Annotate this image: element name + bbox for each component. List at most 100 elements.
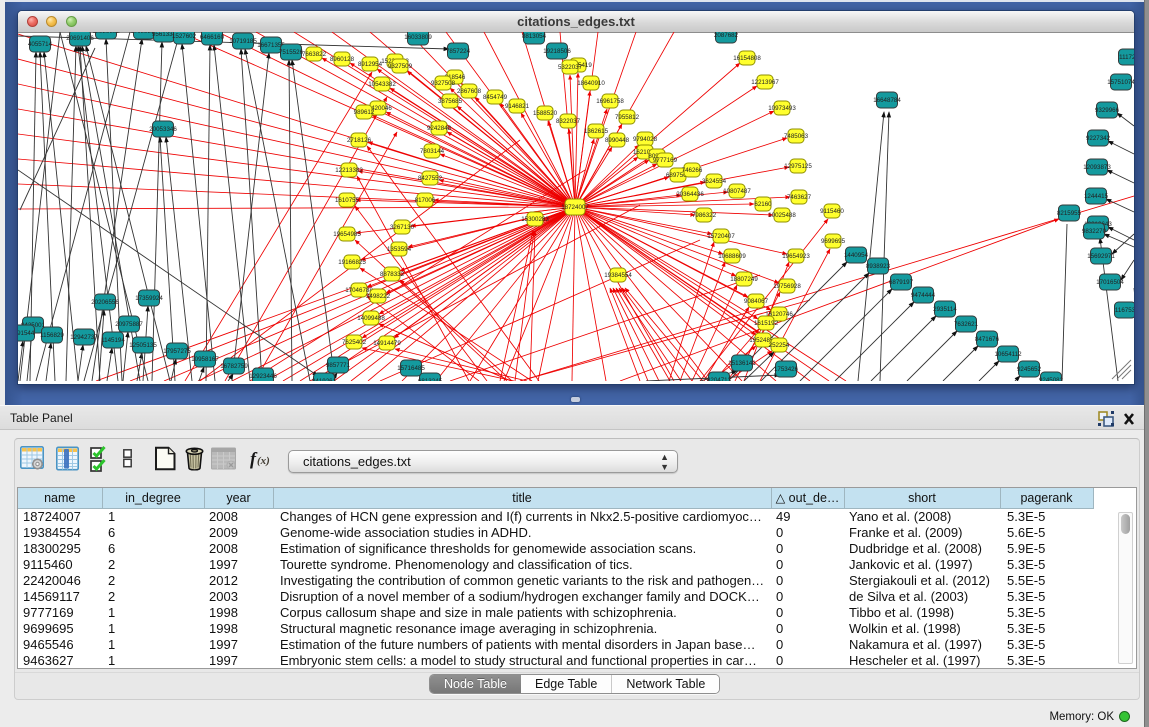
svg-text:20364436: 20364436 (676, 191, 704, 198)
svg-text:10654112: 10654112 (994, 351, 1022, 358)
svg-text:15136141: 15136141 (728, 360, 756, 367)
svg-text:111724: 111724 (1119, 54, 1134, 61)
svg-text:8454749: 8454749 (483, 94, 508, 101)
svg-text:10973493: 10973493 (768, 105, 796, 112)
svg-text:19756928: 19756928 (773, 283, 801, 290)
svg-text:10719185: 10719185 (229, 38, 257, 45)
svg-text:6879197: 6879197 (889, 279, 914, 286)
svg-text:9699695: 9699695 (821, 238, 846, 245)
svg-text:9115460: 9115460 (820, 208, 844, 215)
svg-text:16648784: 16648784 (873, 97, 901, 104)
svg-text:10688609: 10688609 (718, 253, 746, 260)
svg-text:15692971: 15692971 (1087, 253, 1115, 260)
svg-text:7515526: 7515526 (279, 49, 304, 56)
svg-text:10543382: 10543382 (368, 81, 396, 88)
svg-text:9084067: 9084067 (744, 298, 769, 305)
svg-text:9245082: 9245082 (1039, 377, 1064, 381)
svg-text:12923446: 12923446 (249, 373, 277, 380)
svg-text:3267130: 3267130 (390, 224, 415, 231)
svg-text:1527602: 1527602 (172, 33, 197, 40)
svg-text:6813245: 6813245 (418, 378, 443, 381)
svg-text:19654923: 19654923 (782, 253, 810, 260)
svg-text:9474444: 9474444 (911, 292, 936, 299)
svg-text:15720407: 15720407 (707, 233, 735, 240)
svg-text:1244415: 1244415 (1084, 193, 1109, 200)
svg-text:1156829: 1156829 (40, 332, 64, 339)
svg-text:8215955: 8215955 (1057, 210, 1082, 217)
svg-text:18724007: 18724007 (561, 204, 589, 211)
svg-text:20206556: 20206556 (91, 299, 119, 306)
svg-text:7663822: 7663822 (302, 51, 327, 58)
svg-text:12942737: 12942737 (70, 334, 98, 341)
svg-text:9329966: 9329966 (1095, 107, 1120, 114)
svg-text:2718126: 2718126 (347, 137, 372, 144)
svg-text:9227342: 9227342 (1086, 135, 1111, 142)
svg-text:8960128: 8960128 (330, 56, 355, 63)
svg-text:62160: 62160 (754, 201, 772, 208)
svg-text:3498222: 3498222 (366, 293, 391, 300)
svg-text:15300283: 15300283 (521, 216, 549, 223)
svg-text:19654985: 19654985 (333, 231, 361, 238)
svg-text:1753426: 1753426 (774, 366, 799, 373)
svg-text:12505135: 12505135 (129, 342, 157, 349)
svg-text:18807249: 18807249 (730, 276, 758, 283)
svg-text:12213967: 12213967 (751, 79, 779, 86)
svg-text:989612: 989612 (354, 109, 375, 116)
svg-text:1145194: 1145194 (101, 337, 125, 344)
svg-text:8878332: 8878332 (380, 271, 405, 278)
svg-text:8912954: 8912954 (358, 61, 383, 68)
svg-text:8427552: 8427552 (418, 175, 443, 182)
svg-text:9146821: 9146821 (505, 103, 530, 110)
svg-text:7485063: 7485063 (784, 133, 809, 140)
svg-text:20975887: 20975887 (115, 321, 143, 328)
svg-text:9327508: 9327508 (431, 80, 456, 87)
svg-text:9857771: 9857771 (326, 362, 351, 369)
svg-text:15716485: 15716485 (397, 365, 425, 372)
svg-text:9327509: 9327509 (388, 63, 413, 70)
svg-text:(x): (x) (257, 455, 270, 467)
svg-text:9832270: 9832270 (1082, 228, 1107, 235)
svg-text:10025488: 10025488 (768, 212, 796, 219)
svg-text:14099488: 14099488 (357, 315, 385, 322)
svg-text:1353594: 1353594 (387, 246, 412, 253)
svg-text:10958167: 10958167 (191, 356, 219, 363)
svg-text:17016504: 17016504 (1096, 279, 1124, 286)
svg-text:2087682: 2087682 (714, 32, 739, 39)
svg-text:8938923: 8938923 (866, 263, 891, 270)
svg-text:12213382: 12213382 (335, 167, 363, 174)
svg-text:817006: 817006 (415, 197, 436, 204)
svg-text:8322037: 8322037 (556, 118, 581, 125)
svg-text:3624554: 3624554 (702, 178, 727, 185)
svg-text:391544: 391544 (18, 330, 35, 337)
svg-text:8990448: 8990448 (605, 137, 630, 144)
svg-text:20053346: 20053346 (149, 126, 177, 133)
svg-text:17359924: 17359924 (135, 295, 163, 302)
svg-text:19218506: 19218506 (543, 48, 571, 55)
svg-text:7986322: 7986322 (692, 212, 717, 219)
svg-text:9419261: 9419261 (312, 378, 337, 381)
svg-text:19384554: 19384554 (604, 272, 632, 279)
svg-text:9794028: 9794028 (633, 136, 658, 143)
svg-text:7857224: 7857224 (446, 48, 471, 55)
svg-text:9777169: 9777169 (653, 157, 678, 164)
svg-text:7625402: 7625402 (342, 339, 367, 346)
svg-text:14914479: 14914479 (373, 340, 401, 347)
svg-text:1440954: 1440954 (844, 252, 869, 259)
svg-text:8204713: 8204713 (707, 377, 732, 381)
svg-text:5322037: 5322037 (558, 64, 583, 71)
svg-text:9245652: 9245652 (1017, 366, 1042, 373)
svg-text:7955812: 7955812 (615, 114, 640, 121)
svg-text:10807487: 10807487 (723, 188, 751, 195)
svg-text:2935114: 2935114 (933, 306, 957, 313)
svg-text:1610755: 1610755 (335, 197, 360, 204)
svg-text:18223582: 18223582 (92, 32, 120, 35)
svg-text:16961758: 16961758 (596, 98, 624, 105)
svg-text:16782759: 16782759 (220, 363, 248, 370)
svg-text:19166825: 19166825 (338, 259, 366, 266)
svg-text:9242848: 9242848 (427, 125, 452, 132)
svg-text:746266: 746266 (682, 167, 703, 174)
svg-text:7632621: 7632621 (954, 321, 979, 328)
svg-text:20691406: 20691406 (66, 35, 94, 42)
svg-text:7463627: 7463627 (787, 194, 812, 201)
svg-text:18640910: 18640910 (577, 80, 605, 87)
